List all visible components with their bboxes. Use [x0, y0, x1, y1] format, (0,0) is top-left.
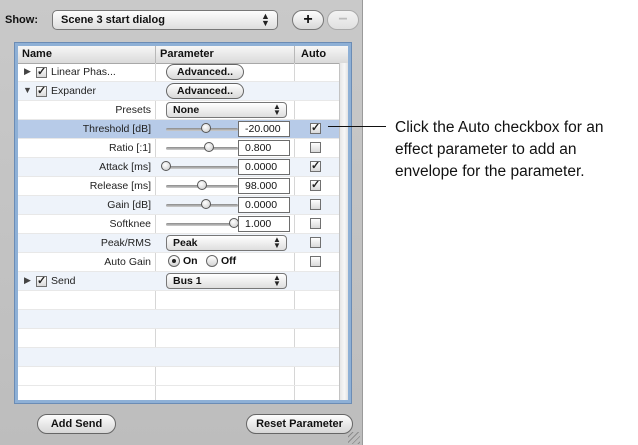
ratio-value-field[interactable]: 0.800	[238, 140, 290, 156]
param-name: Presets	[115, 104, 151, 116]
ratio-slider[interactable]	[166, 142, 238, 152]
vertical-scrollbar[interactable]	[339, 63, 348, 400]
show-bar: Show: Scene 3 start dialog ▲ ▼ + −	[0, 0, 362, 42]
table-row-gain[interactable]: Gain [dB] 0.0000	[18, 196, 348, 215]
param-name: Auto Gain	[104, 256, 151, 268]
effect-name: Send	[51, 275, 76, 287]
param-name: Peak/RMS	[100, 237, 151, 249]
param-name: Threshold [dB]	[82, 123, 151, 135]
param-name: Gain [dB]	[107, 199, 151, 211]
empty-row	[18, 310, 348, 329]
send-bus-popup[interactable]: Bus 1 ▲ ▼	[166, 273, 287, 289]
add-effect-button[interactable]: +	[292, 10, 324, 30]
updown-arrows-icon: ▲ ▼	[273, 235, 281, 250]
table-rows: ▶ ✓ Linear Phas... Advanced.. ▼ ✓ Expand…	[18, 63, 348, 386]
table-row-softknee[interactable]: Softknee 1.000	[18, 215, 348, 234]
softknee-value-field[interactable]: 1.000	[238, 216, 290, 232]
add-send-button[interactable]: Add Send	[37, 414, 116, 434]
auto-gain-off-radio[interactable]	[206, 255, 218, 267]
send-bus-value: Bus 1	[173, 275, 202, 287]
slider-knob[interactable]	[200, 123, 211, 133]
gain-value-field[interactable]: 0.0000	[238, 197, 290, 213]
callout-leader-line	[328, 126, 386, 127]
reset-parameter-button[interactable]: Reset Parameter	[246, 414, 353, 434]
advanced-button-linear-phase[interactable]: Advanced..	[166, 64, 244, 80]
table-header: Name Parameter Auto	[18, 46, 348, 64]
table-row-send[interactable]: ▶ ✓ Send Bus 1 ▲ ▼	[18, 272, 348, 291]
disclosure-down-icon[interactable]: ▼	[23, 85, 32, 95]
enable-checkbox-expander[interactable]: ✓	[36, 86, 47, 97]
empty-row	[18, 329, 348, 348]
remove-effect-button[interactable]: −	[327, 10, 359, 30]
table-row-release[interactable]: Release [ms] 98.000 ✓	[18, 177, 348, 196]
slider-knob[interactable]	[161, 161, 171, 171]
effects-table: Name Parameter Auto ▶ ✓ Linear Phas... A…	[18, 46, 348, 400]
table-row-auto-gain[interactable]: Auto Gain On Off	[18, 253, 348, 272]
auto-checkbox-attack[interactable]: ✓	[310, 161, 321, 172]
show-popup[interactable]: Scene 3 start dialog ▲ ▼	[52, 10, 278, 30]
callout-text: Click the Auto checkbox for an effect pa…	[395, 119, 604, 180]
auto-checkbox-ratio[interactable]	[310, 142, 321, 153]
slider-knob[interactable]	[204, 142, 215, 152]
column-header-parameter[interactable]: Parameter	[160, 48, 214, 60]
empty-row	[18, 367, 348, 386]
table-row-threshold[interactable]: Threshold [dB] -20.000 ✓	[18, 120, 348, 139]
param-name: Ratio [:1]	[108, 142, 151, 154]
peak-rms-popup[interactable]: Peak ▲ ▼	[166, 235, 287, 251]
param-name: Release [ms]	[89, 180, 151, 192]
gain-slider[interactable]	[166, 199, 238, 209]
softknee-slider[interactable]	[166, 218, 240, 228]
empty-row	[18, 348, 348, 367]
auto-gain-on-radio[interactable]	[168, 255, 180, 267]
updown-arrows-icon: ▲ ▼	[261, 11, 270, 28]
enable-checkbox-send[interactable]: ✓	[36, 276, 47, 287]
param-name: Attack [ms]	[99, 161, 151, 173]
auto-checkbox-threshold[interactable]: ✓	[310, 123, 321, 134]
auto-checkbox-softknee[interactable]	[310, 218, 321, 229]
advanced-button-expander[interactable]: Advanced..	[166, 83, 244, 99]
threshold-value-field[interactable]: -20.000	[238, 121, 290, 137]
table-row-ratio[interactable]: Ratio [:1] 0.800	[18, 139, 348, 158]
updown-arrows-icon: ▲ ▼	[273, 102, 281, 117]
table-row-expander[interactable]: ▼ ✓ Expander Advanced..	[18, 82, 348, 101]
auto-gain-on-label: On	[183, 255, 198, 267]
table-row-peak-rms[interactable]: Peak/RMS Peak ▲ ▼	[18, 234, 348, 253]
presets-popup[interactable]: None ▲ ▼	[166, 102, 287, 118]
slider-knob[interactable]	[197, 180, 207, 190]
slider-knob[interactable]	[200, 199, 211, 209]
release-slider[interactable]	[166, 180, 238, 190]
auto-checkbox-auto-gain[interactable]	[310, 256, 321, 267]
auto-checkbox-gain[interactable]	[310, 199, 321, 210]
release-value-field[interactable]: 98.000	[238, 178, 290, 194]
auto-checkbox-peak-rms[interactable]	[310, 237, 321, 248]
auto-gain-off-label: Off	[221, 255, 237, 267]
table-row-attack[interactable]: Attack [ms] 0.0000 ✓	[18, 158, 348, 177]
table-row-presets: Presets None ▲ ▼	[18, 101, 348, 120]
column-header-name[interactable]: Name	[22, 48, 52, 60]
table-row-linear-phase[interactable]: ▶ ✓ Linear Phas... Advanced..	[18, 63, 348, 82]
updown-arrows-icon: ▲ ▼	[273, 273, 281, 288]
threshold-slider[interactable]	[166, 123, 238, 133]
show-label: Show:	[5, 14, 38, 26]
auto-checkbox-release[interactable]: ✓	[310, 180, 321, 191]
column-header-auto[interactable]: Auto	[301, 48, 326, 60]
param-name: Softknee	[109, 218, 151, 230]
attack-slider[interactable]	[161, 161, 238, 171]
disclosure-right-icon[interactable]: ▶	[24, 66, 31, 77]
show-popup-value: Scene 3 start dialog	[61, 14, 165, 26]
disclosure-right-icon[interactable]: ▶	[24, 275, 31, 286]
channel-effects-panel: Show: Scene 3 start dialog ▲ ▼ + − Name P…	[0, 0, 363, 445]
empty-row	[18, 291, 348, 310]
resize-grip-icon[interactable]	[348, 432, 360, 444]
presets-value: None	[173, 104, 200, 116]
effect-name: Linear Phas...	[51, 66, 116, 78]
enable-checkbox-linear-phase[interactable]: ✓	[36, 67, 47, 78]
peak-rms-value: Peak	[173, 237, 198, 249]
effects-table-frame: Name Parameter Auto ▶ ✓ Linear Phas... A…	[14, 42, 352, 404]
attack-value-field[interactable]: 0.0000	[238, 159, 290, 175]
effect-name: Expander	[51, 85, 96, 97]
